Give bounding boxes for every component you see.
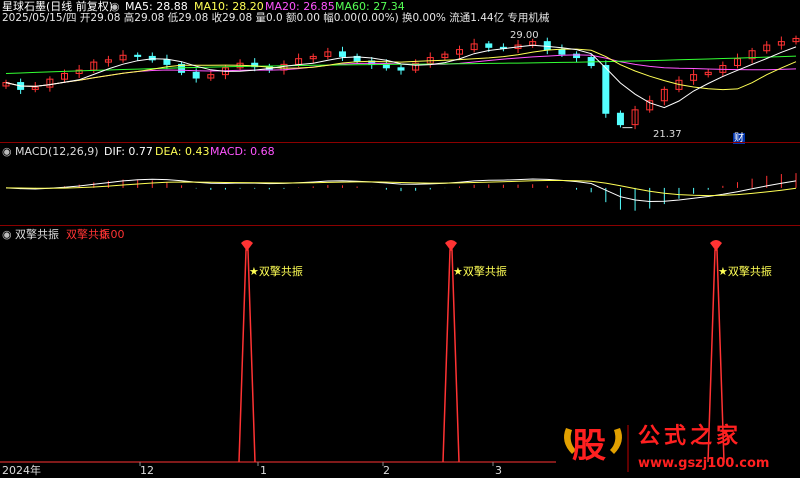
- watermark-brand: 公式之家: [638, 424, 743, 449]
- panel-separator-2: [0, 225, 800, 226]
- candle-down: [338, 51, 346, 57]
- candle-down: [192, 71, 200, 79]
- candle-down: [558, 49, 566, 55]
- signal-marker-label: ★双擎共振: [718, 264, 772, 278]
- signal-marker-label: ★双擎共振: [249, 264, 303, 278]
- low-price-label: 21.37: [653, 129, 682, 140]
- signal-panel-icon: ◉: [2, 228, 12, 241]
- ma5-line: [5, 44, 797, 109]
- xaxis-label-feb: 2: [383, 464, 390, 477]
- dif-readout: DIF: 0.77: [104, 145, 153, 158]
- xaxis-label-dec: 12: [140, 464, 154, 477]
- watermark-url: www.gszj100.com: [638, 456, 770, 471]
- high-price-label: 29.00: [510, 30, 539, 41]
- macd-readout: MACD: 0.68: [210, 145, 275, 158]
- signal-spike: [238, 249, 256, 463]
- panel-separator-1: [0, 142, 800, 143]
- candle-down: [616, 112, 624, 126]
- candle-down: [543, 41, 551, 51]
- signal-value: 0.00: [100, 228, 125, 241]
- signal-marker-icon: [445, 240, 457, 251]
- signal-marker-icon: [710, 240, 722, 251]
- candle-down: [134, 54, 142, 57]
- macd-panel-icon: ◉: [2, 145, 12, 158]
- candle-down: [602, 65, 610, 114]
- candle-down: [397, 67, 405, 71]
- candle-down: [163, 59, 171, 65]
- signal-spike: [442, 249, 460, 463]
- gszj-watermark: 股 公式之家 www.gszj100.com: [558, 420, 800, 478]
- xaxis-label-jan: 1: [260, 464, 267, 477]
- ohlc-info-line: 2025/05/15/四 开29.08 高29.08 低29.08 收29.08…: [2, 12, 550, 24]
- signal-marker-icon: [241, 240, 253, 251]
- signal-marker-label: ★双擎共振: [453, 264, 507, 278]
- candle-down: [485, 43, 493, 48]
- xaxis-label-mar: 3: [495, 464, 502, 477]
- watermark-glyph: 股: [572, 426, 606, 466]
- macd-label: MACD(12,26,9): [15, 145, 99, 158]
- xaxis-year-label: 2024年: [2, 464, 41, 477]
- dea-readout: DEA: 0.43: [155, 145, 210, 158]
- signal-panel-label: 双擎共振: [15, 228, 59, 241]
